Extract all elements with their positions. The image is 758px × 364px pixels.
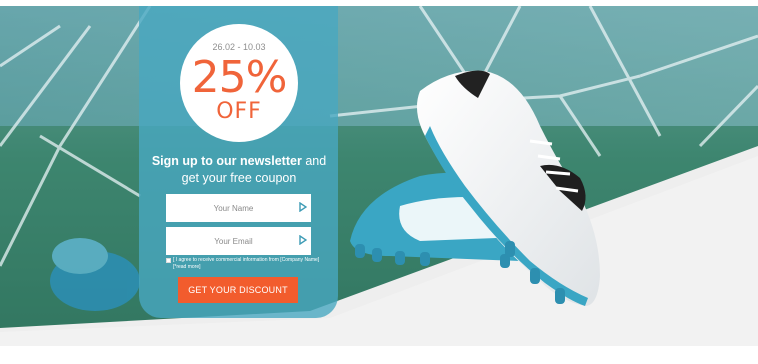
- name-input[interactable]: [166, 194, 311, 222]
- hero-illustration: [0, 6, 758, 346]
- newsletter-banner: 26.02 - 10.03 25% OFF Sign up to our new…: [0, 0, 758, 364]
- signup-headline: Sign up to our newsletter and get your f…: [145, 153, 333, 187]
- play-arrow-icon: [298, 234, 308, 247]
- hero-background: [0, 6, 758, 346]
- name-field[interactable]: [166, 194, 311, 222]
- play-arrow-icon: [298, 201, 308, 214]
- consent-text: [ I agree to receive commercial informat…: [173, 257, 320, 270]
- email-input[interactable]: [166, 227, 311, 255]
- discount-percent: 25%: [191, 52, 288, 103]
- headline-line-2: get your free coupon: [181, 171, 297, 185]
- discount-off-label: OFF: [216, 99, 262, 124]
- promo-dates: 26.02 - 10.03: [212, 42, 266, 52]
- headline-connector: and: [305, 154, 327, 168]
- get-discount-button[interactable]: GET YOUR DISCOUNT: [178, 277, 298, 303]
- email-field[interactable]: [166, 227, 311, 255]
- headline-bold: Sign up to our newsletter: [151, 154, 302, 168]
- headline-line-1: Sign up to our newsletter and: [145, 153, 333, 170]
- discount-badge: 26.02 - 10.03 25% OFF: [180, 24, 298, 142]
- consent-checkbox[interactable]: [166, 258, 171, 263]
